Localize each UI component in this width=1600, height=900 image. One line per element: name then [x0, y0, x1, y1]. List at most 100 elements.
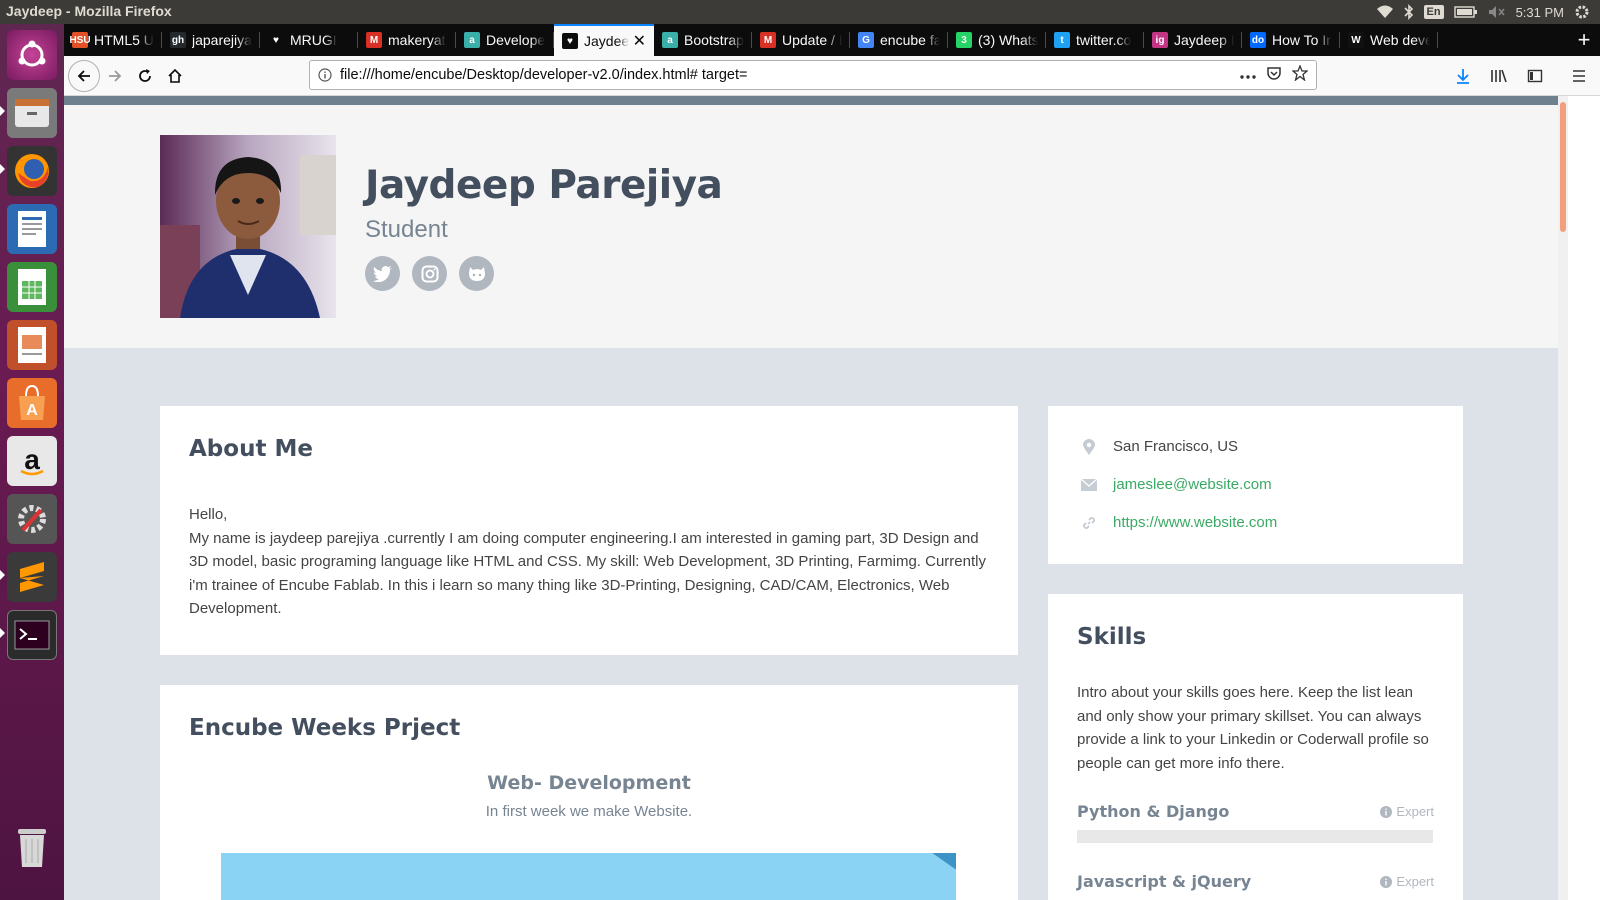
tab[interactable]: HSU HTML5 UI: [64, 24, 162, 56]
sidebar-icon: [1527, 69, 1543, 83]
tab-label: How To In: [1272, 32, 1332, 48]
battery-icon[interactable]: [1453, 6, 1478, 18]
tab-label: HTML5 UI: [94, 32, 154, 48]
back-button[interactable]: [68, 59, 100, 92]
tab-favicon-icon: t: [1054, 32, 1070, 48]
home-icon: [168, 68, 182, 83]
tab[interactable]: do How To In: [1242, 24, 1340, 56]
window-right-edge: [1568, 96, 1600, 900]
clock[interactable]: 5:31 PM: [1516, 5, 1564, 20]
wifi-icon[interactable]: [1376, 5, 1394, 19]
tab[interactable]: M Update / E: [752, 24, 850, 56]
skill-level: Expert: [1380, 804, 1434, 819]
tab-favicon-icon: M: [366, 32, 382, 48]
project-description: In first week we make Website.: [485, 803, 693, 820]
tab[interactable]: t twitter.co: [1046, 24, 1144, 56]
terminal-icon[interactable]: [7, 610, 57, 660]
back-arrow-icon: [77, 69, 90, 82]
library-icon: [1491, 69, 1507, 83]
tab[interactable]: Mmakeryat: [358, 24, 456, 56]
system-settings-icon[interactable]: [7, 494, 57, 544]
reload-button[interactable]: [130, 61, 160, 91]
url-bar[interactable]: file:///home/encube/Desktop/developer-v2…: [309, 60, 1317, 90]
menu-button[interactable]: [1564, 61, 1594, 91]
url-text[interactable]: file:///home/encube/Desktop/developer-v2…: [340, 67, 747, 83]
contact-email: jameslee@website.com: [1077, 476, 1272, 493]
project-ribbon: [860, 853, 956, 872]
tab-label: Web deve: [1370, 32, 1430, 48]
new-tab-button[interactable]: +: [1568, 24, 1600, 56]
github-icon: [468, 266, 485, 281]
about-card: About Me Hello, My name is jaydeep parej…: [160, 406, 1018, 655]
tab[interactable]: a Bootstrap: [654, 24, 752, 56]
svg-text:a: a: [24, 444, 40, 475]
tab-close-icon[interactable]: ✕: [633, 31, 646, 51]
tab-favicon-icon: gh: [170, 32, 186, 48]
contact-location: San Francisco, US: [1077, 438, 1238, 455]
impress-icon[interactable]: [7, 320, 57, 370]
library-button[interactable]: [1484, 61, 1514, 91]
instagram-link[interactable]: [412, 256, 447, 291]
trash-icon[interactable]: [7, 822, 57, 872]
tab-label: Jaydeep P: [1174, 32, 1234, 48]
sublime-text-icon[interactable]: [7, 552, 57, 602]
location-text: San Francisco, US: [1113, 438, 1239, 455]
envelope-icon: [1077, 478, 1101, 491]
scrollbar-thumb[interactable]: [1560, 102, 1566, 232]
files-icon[interactable]: [7, 88, 57, 138]
tab[interactable]: Gencube fab: [850, 24, 948, 56]
site-info-icon[interactable]: [310, 68, 340, 82]
software-center-icon[interactable]: A: [7, 378, 57, 428]
github-link[interactable]: [459, 256, 494, 291]
home-button[interactable]: [160, 61, 190, 91]
tab-label: Update / E: [782, 32, 842, 48]
tab[interactable]: ♥ MRUGI: [260, 24, 358, 56]
system-tray: En 5:31 PM: [1376, 0, 1600, 24]
downloads-button[interactable]: [1448, 61, 1478, 91]
instagram-icon: [421, 265, 438, 282]
calc-icon[interactable]: [7, 262, 57, 312]
tab-label: japarejiya: [192, 32, 252, 48]
twitter-link[interactable]: [365, 256, 400, 291]
skill-level-text: Expert: [1396, 804, 1434, 819]
page-actions-icon[interactable]: [1240, 66, 1256, 84]
project-image[interactable]: [221, 853, 956, 900]
volume-muted-icon[interactable]: [1488, 5, 1506, 19]
window-title: Jaydeep - Mozilla Firefox: [6, 3, 172, 19]
skills-intro: Intro about your skills goes here. Keep …: [1077, 684, 1429, 772]
tab[interactable]: 3 (3) Whats: [948, 24, 1046, 56]
settings-gear-icon[interactable]: [1574, 4, 1590, 20]
unity-launcher: A a: [0, 24, 64, 900]
email-link[interactable]: jameslee@website.com: [1113, 476, 1272, 493]
firefox-icon[interactable]: [7, 146, 57, 196]
tab-strip: HSU HTML5 UI gh japarejiya ♥ MRUGI Mmakeryat a D…: [64, 24, 1600, 56]
tab[interactable]: a Develope: [456, 24, 554, 56]
tab[interactable]: gh japarejiya: [162, 24, 260, 56]
download-arrow-icon: [1457, 69, 1469, 84]
keyboard-layout-indicator[interactable]: En: [1423, 5, 1444, 19]
bookmark-star-icon[interactable]: [1291, 63, 1309, 86]
bluetooth-icon[interactable]: [1403, 4, 1414, 20]
hamburger-menu-icon: [1573, 70, 1585, 82]
reload-icon: [139, 68, 151, 82]
amazon-icon[interactable]: a: [7, 436, 57, 486]
writer-icon[interactable]: [7, 204, 57, 254]
tab-active[interactable]: ♥ Jaydeep✕: [554, 24, 654, 56]
profile-photo: [160, 135, 336, 318]
tab[interactable]: W Web deve: [1340, 24, 1438, 56]
page-top-strip: [64, 96, 1558, 105]
svg-text:A: A: [26, 402, 38, 419]
sidebar-button[interactable]: [1520, 61, 1550, 91]
tab-favicon-icon: ♥: [562, 33, 578, 49]
tab[interactable]: ig Jaydeep P: [1144, 24, 1242, 56]
info-circle-icon: [1380, 805, 1393, 818]
forward-button[interactable]: [100, 61, 130, 91]
website-link[interactable]: https://www.website.com: [1113, 514, 1277, 531]
social-links: [365, 256, 494, 291]
page-scrollbar[interactable]: [1558, 96, 1568, 900]
pocket-icon[interactable]: [1266, 65, 1282, 86]
link-icon: [1077, 515, 1101, 531]
tab-favicon-icon: a: [662, 32, 678, 48]
contact-card: San Francisco, US jameslee@website.com h…: [1048, 406, 1463, 564]
ubuntu-dash-icon[interactable]: [7, 30, 57, 80]
